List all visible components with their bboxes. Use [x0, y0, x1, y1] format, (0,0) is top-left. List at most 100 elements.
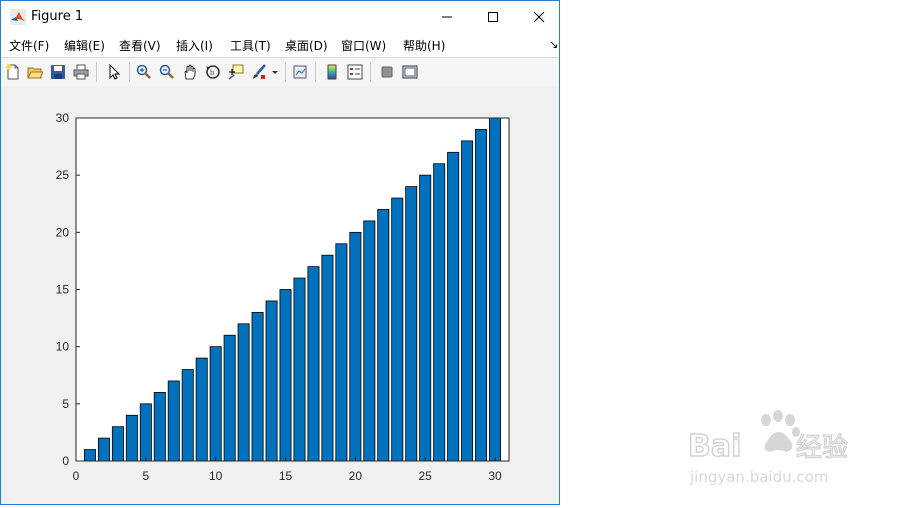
menu-overflow-icon[interactable]: ↘ [549, 38, 558, 51]
data-cursor-button[interactable] [226, 62, 246, 82]
menu-insert[interactable]: 插入(I) [176, 37, 213, 54]
rotate-3d-button[interactable]: b [203, 62, 223, 82]
y-tick-label: 30 [56, 111, 70, 125]
print-button[interactable] [71, 62, 91, 82]
legend-button[interactable] [345, 62, 365, 82]
menu-file[interactable]: 文件(F) [9, 37, 49, 54]
baidu-jingyan-watermark: Bai 经验 jingyan.baidu.com [688, 410, 849, 486]
minimize-icon [442, 16, 452, 17]
bar-1 [83, 449, 96, 462]
menu-view[interactable]: 查看(V) [119, 37, 161, 54]
colorbar-button[interactable] [322, 62, 342, 82]
y-tick-label: 15 [56, 283, 70, 297]
x-tick-label: 25 [419, 469, 433, 483]
bar-20 [349, 231, 362, 462]
show-plot-tools-button[interactable] [400, 62, 420, 82]
open-file-button[interactable] [25, 62, 45, 82]
legend-icon [347, 64, 363, 80]
rotate-3d-icon: b [206, 65, 220, 79]
chevron-down-icon [272, 71, 278, 74]
pan-button[interactable] [180, 62, 200, 82]
figure-toolbar: b [1, 57, 559, 87]
bar-14 [265, 300, 278, 462]
figure-window: Figure 1 文件(F) 编辑(E) 查看(V) 插入(I) 工具(T) 桌… [0, 0, 560, 505]
bar-30 [489, 117, 502, 462]
open-file-icon [27, 67, 43, 79]
new-figure-button[interactable] [3, 62, 23, 82]
menu-bar: 文件(F) 编辑(E) 查看(V) 插入(I) 工具(T) 桌面(D) 窗口(W… [1, 32, 559, 57]
svg-text:b: b [210, 69, 215, 77]
link-plot-button[interactable] [290, 62, 310, 82]
save-icon [51, 65, 65, 79]
show-plot-tools-icon [402, 65, 418, 79]
bar-3 [111, 426, 124, 462]
bar-21 [363, 220, 376, 462]
svg-text:jingyan.baidu.com: jingyan.baidu.com [689, 468, 828, 486]
y-tick-label: 10 [56, 340, 70, 354]
window-title: Figure 1 [31, 9, 84, 24]
print-icon [73, 64, 89, 80]
hide-plot-tools-button[interactable] [377, 62, 397, 82]
bar-24 [405, 186, 418, 462]
zoom-in-button[interactable] [134, 62, 154, 82]
bar-13 [251, 311, 264, 462]
bar-6 [153, 391, 166, 462]
new-figure-icon [6, 64, 19, 80]
bar-5 [139, 403, 152, 462]
matlab-app-icon [10, 9, 26, 25]
bar-2 [97, 437, 110, 462]
menu-window[interactable]: 窗口(W) [341, 37, 386, 54]
x-tick-label: 30 [488, 469, 502, 483]
bar-15 [279, 289, 292, 462]
bar-26 [433, 163, 446, 462]
link-plot-icon [293, 65, 307, 79]
zoom-in-icon [136, 64, 151, 79]
bar-19 [335, 243, 348, 462]
hide-plot-tools-icon [381, 66, 393, 78]
x-tick-label: 10 [209, 469, 223, 483]
zoom-out-icon [159, 64, 174, 79]
bar-9 [195, 357, 208, 462]
bar-8 [181, 369, 194, 462]
select-button[interactable] [104, 62, 124, 82]
y-tick-label: 20 [56, 225, 70, 239]
bar-25 [419, 174, 432, 462]
pan-hand-icon [184, 64, 196, 80]
x-tick-label: 0 [73, 469, 80, 483]
bar-11 [223, 334, 236, 462]
brush-icon [253, 64, 266, 79]
bar-27 [447, 151, 460, 462]
menu-edit[interactable]: 编辑(E) [64, 37, 105, 54]
bar-18 [321, 254, 334, 462]
svg-text:Bai: Bai [688, 429, 741, 464]
bar-chart[interactable]: 0 5 10 15 20 25 30 0 5 10 15 20 25 30 [1, 86, 559, 504]
data-cursor-icon [228, 64, 244, 80]
minimize-button[interactable] [424, 1, 470, 32]
menu-tools[interactable]: 工具(T) [230, 37, 271, 54]
save-button[interactable] [48, 62, 68, 82]
bar-12 [237, 323, 250, 462]
x-tick-label: 5 [142, 469, 149, 483]
y-tick-label: 25 [56, 168, 70, 182]
maximize-icon [488, 11, 498, 22]
x-tick-label: 20 [349, 469, 363, 483]
bar-29 [475, 129, 488, 462]
bar-4 [125, 414, 138, 462]
colorbar-icon [327, 64, 337, 80]
title-bar[interactable]: Figure 1 [1, 1, 559, 32]
bar-16 [293, 277, 306, 462]
menu-desktop[interactable]: 桌面(D) [285, 37, 328, 54]
menu-help[interactable]: 帮助(H) [403, 37, 445, 54]
brush-button[interactable] [249, 62, 269, 82]
x-tick-label: 15 [279, 469, 293, 483]
bar-28 [461, 140, 474, 462]
bar-22 [377, 209, 390, 462]
y-tick-label: 0 [62, 454, 69, 468]
y-tick-label: 5 [62, 397, 69, 411]
brush-dropdown[interactable] [269, 62, 281, 82]
bar-7 [167, 380, 180, 462]
close-button[interactable] [516, 1, 562, 32]
zoom-out-button[interactable] [157, 62, 177, 82]
close-icon [533, 11, 545, 22]
maximize-button[interactable] [470, 1, 516, 32]
